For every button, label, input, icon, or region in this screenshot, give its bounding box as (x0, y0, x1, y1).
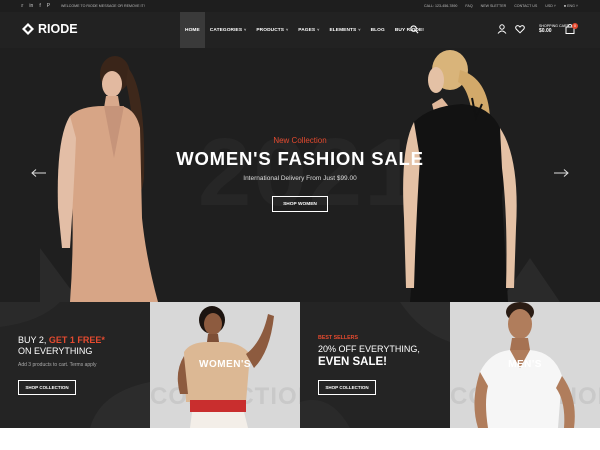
hero-subtitle: International Delivery From Just $99.00 (243, 175, 357, 182)
shop-women-button[interactable]: SHOP WOMEN (272, 196, 328, 212)
nav-pages[interactable]: PAGES ˅ (293, 12, 324, 48)
facebook-icon[interactable]: f (39, 3, 40, 9)
promo-subheadline: ON EVERYTHING (18, 346, 93, 356)
logo-icon (22, 23, 34, 35)
nav-label: HOME (185, 27, 200, 33)
nav-home[interactable]: HOME (180, 12, 205, 48)
pinterest-icon[interactable]: P (47, 3, 50, 9)
promo-best-sellers-tile[interactable]: BEST SELLERS 20% OFF EVERYTHING, EVEN SA… (300, 302, 450, 428)
nav-products[interactable]: PRODUCTS ˅ (251, 12, 293, 48)
chevron-down-icon: ˅ (358, 28, 361, 32)
promo-eyebrow: BEST SELLERS (318, 335, 359, 341)
currency-value: USD (545, 4, 553, 8)
chevron-down-icon: ˅ (244, 28, 247, 32)
welcome-message: WELCOME TO RIODE MESSAGE OR REMOVE IT! (61, 4, 145, 8)
promo-highlight: GET 1 FREE* (48, 335, 105, 345)
faq-link[interactable]: FAQ (465, 4, 472, 8)
language-select[interactable]: ■ ENG ˅ (564, 4, 578, 8)
tile-label: MEN'S (508, 359, 542, 370)
promo-headline-prefix: BUY 2, (18, 335, 47, 345)
cart-count-badge: 0 (572, 23, 578, 29)
promo-headline: BUY 2, GET 1 FREE* (18, 335, 105, 345)
language-value: ENG (567, 4, 575, 8)
mens-collection-tile[interactable]: COLLECTION MEN'S (450, 302, 600, 428)
phone-link[interactable]: CALL: 123-456-7890 (424, 4, 457, 8)
logo-text: RIODE (38, 22, 78, 36)
nav-categories[interactable]: CATEGORIES ˅ (205, 12, 252, 48)
hero-slider: 2021 New Collection WOMEN'S FASHION SALE… (0, 48, 600, 302)
chevron-down-icon: ˅ (317, 28, 320, 32)
top-links: CALL: 123-456-7890 FAQ NEW SLETTER CONTA… (424, 4, 578, 8)
contact-link[interactable]: CONTACT US (514, 4, 537, 8)
nav-label: PRODUCTS (256, 27, 285, 33)
nav-label: CATEGORIES (209, 27, 243, 33)
linkedin-icon[interactable]: in (29, 3, 33, 9)
search-icon[interactable] (410, 25, 419, 34)
main-nav: HOME CATEGORIES ˅ PRODUCTS ˅ PAGES ˅ ELEMEN… (180, 12, 429, 48)
newsletter-link[interactable]: NEW SLETTER (481, 4, 507, 8)
hero-eyebrow: New Collection (273, 136, 327, 145)
arrow-left-icon[interactable] (31, 169, 47, 177)
promo-buy2-tile[interactable]: BUY 2, GET 1 FREE* ON EVERYTHING Add 3 p… (0, 302, 150, 428)
currency-select[interactable]: USD ˅ (545, 4, 556, 8)
nav-label: BLOG (370, 27, 385, 33)
nav-label: ELEMENTS (329, 27, 357, 33)
chevron-down-icon: ˅ (286, 28, 289, 32)
nav-elements[interactable]: ELEMENTS ˅ (324, 12, 365, 48)
user-icon[interactable] (497, 24, 507, 34)
hero-headline: WOMEN'S FASHION SALE (176, 148, 424, 169)
arrow-right-icon[interactable] (553, 169, 569, 177)
promo-terms: Add 3 products to cart. Terms apply (18, 362, 97, 368)
womens-collection-tile[interactable]: COLLECTION WOMEN'S (150, 302, 300, 428)
account-icons (497, 24, 525, 34)
heart-icon[interactable] (515, 24, 525, 34)
nav-label: PAGES (298, 27, 316, 33)
nav-blog[interactable]: BLOG (366, 12, 390, 48)
promo-headline: 20% OFF EVERYTHING, (318, 344, 420, 354)
promo-subheadline: EVEN SALE! (318, 356, 388, 368)
twitter-icon[interactable]: 𝕣 (21, 3, 23, 9)
main-header: RIODE HOME CATEGORIES ˅ PRODUCTS ˅ PAGES ˅ … (0, 12, 600, 48)
shop-collection-button[interactable]: SHOP COLLECTION (18, 380, 76, 395)
top-bar: 𝕣 in f P WELCOME TO RIODE MESSAGE OR REM… (0, 0, 600, 12)
shop-collection-button[interactable]: SHOP COLLECTION (318, 380, 376, 395)
logo[interactable]: RIODE (22, 22, 78, 36)
tile-label: WOMEN'S (199, 359, 251, 370)
social-links: 𝕣 in f P (21, 0, 50, 12)
promo-tiles: BUY 2, GET 1 FREE* ON EVERYTHING Add 3 p… (0, 302, 600, 428)
